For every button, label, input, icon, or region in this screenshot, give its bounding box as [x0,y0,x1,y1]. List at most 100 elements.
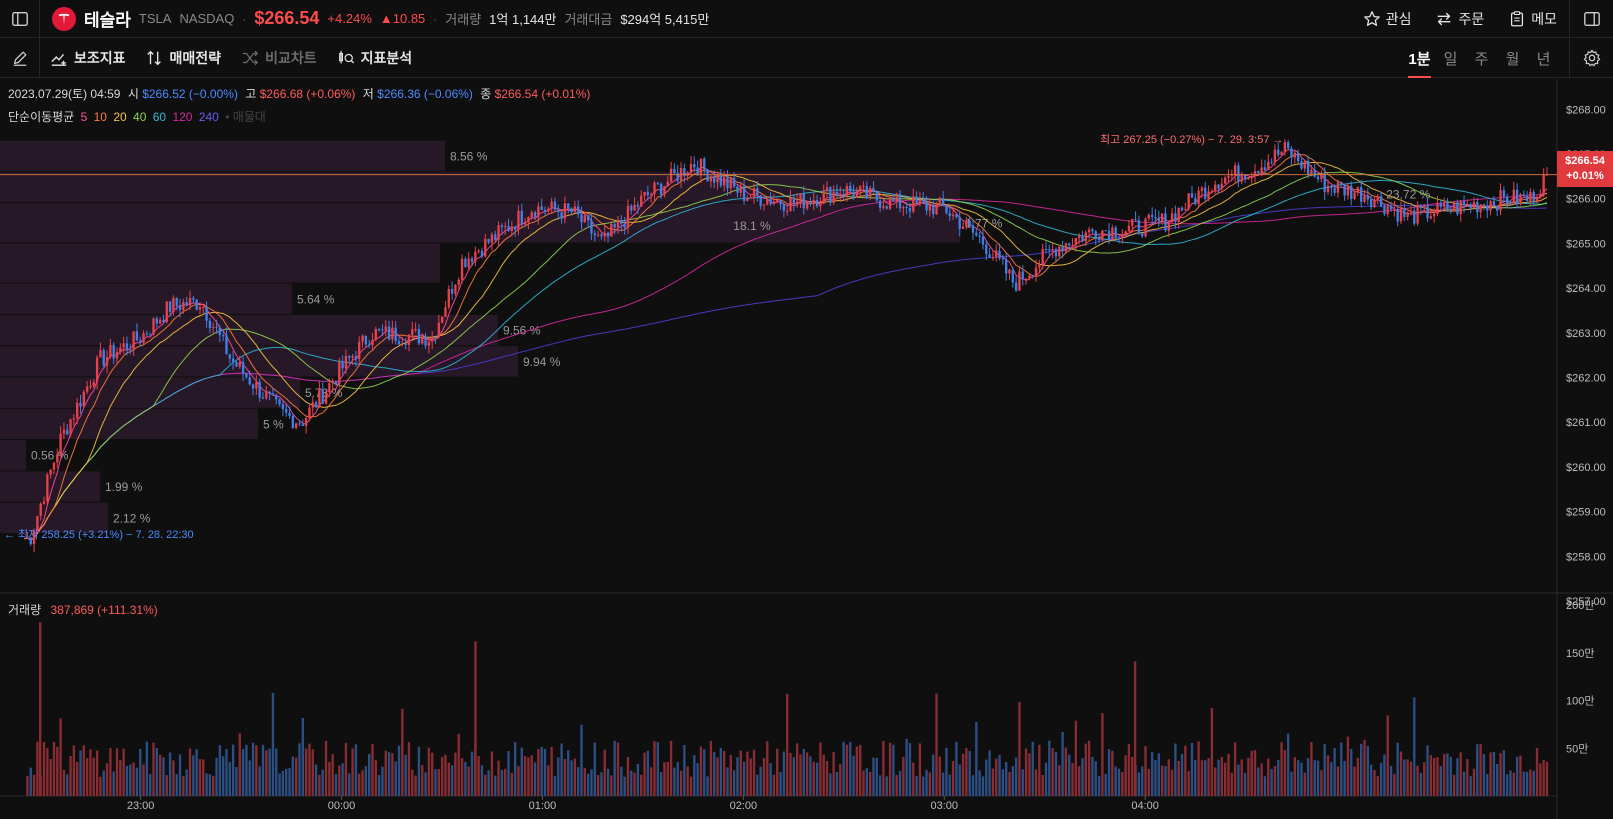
volume-bar [215,757,218,796]
volume-bar [1164,766,1167,796]
candle [1250,175,1253,178]
candle [533,212,537,218]
volume-bar [158,754,162,796]
open-value: $266.52 (−0.00%) [142,87,238,101]
candle [795,201,799,205]
compare-button[interactable]: 비교차트 [231,38,327,78]
volume-bar [872,757,875,796]
volume-bar [52,742,56,796]
candle [1515,189,1519,204]
tab-day[interactable]: 일 [1435,38,1466,78]
candle [1406,212,1409,217]
candle [1426,204,1429,219]
volume-bar [298,743,301,796]
candle [444,307,447,317]
volume-bar [683,745,686,796]
ma20-label: 20 [113,110,127,124]
candle [115,352,119,359]
candle [1058,246,1061,257]
candle [968,220,971,226]
tab-1min[interactable]: 1분 [1404,38,1435,78]
volume-bar [278,773,281,796]
candle [1097,238,1101,241]
candle [1502,190,1506,197]
volume-axis-label: 50만 [1566,742,1588,755]
candle [845,185,849,196]
volume-axis-label: 100만 [1566,695,1594,708]
volume-bar [855,746,859,796]
candle [440,316,444,323]
volume-bar [1456,758,1459,796]
ma240-label: 240 [198,110,219,124]
volume-bar [460,758,464,796]
candle [354,356,358,360]
volume-bar [241,749,245,796]
candle [218,328,222,336]
indicators-button[interactable]: 보조지표 [40,38,136,78]
candle [1064,243,1068,252]
volume-bar [1340,742,1343,796]
period-tabs: 1분 일 주 월 년 [1404,38,1559,78]
volume-bar [633,772,636,796]
tab-month[interactable]: 월 [1497,38,1528,78]
price-chart[interactable]: 8.56 %1.77 %5.64 %9.56 %9.94 %5.78 %5 %0… [0,79,1613,819]
shuffle-icon [242,50,259,65]
volume-bar [560,743,563,796]
ohlc-legend: 2023.07.29(토) 04:59 시 $266.52 (−0.00%) 고… [8,85,590,102]
volume-bar [1253,750,1257,796]
volume-bar [1021,769,1024,796]
candle [1087,229,1091,233]
volume-bar [245,744,248,796]
ma-legend[interactable]: 단순이동평균 5 10 20 40 60 120 240 • 매물대 [8,108,269,125]
volume-bar [792,757,796,796]
memo-button[interactable]: 메모 [1496,0,1569,38]
order-button[interactable]: 주문 [1423,0,1496,38]
candle [663,186,666,195]
volume-bar [288,768,291,796]
tab-year[interactable]: 년 [1528,38,1559,78]
chart-area[interactable]: 8.56 % 1.77 % 5.64 % 9.56 % 9.94 % 5.78 % 5 % 0… [0,79,1613,819]
volume-bar [1505,774,1509,796]
candle [643,191,646,196]
sidebar-toggle-button[interactable] [0,0,40,38]
watchlist-button[interactable]: 관심 [1351,0,1424,38]
volume-bar [547,765,550,796]
volume-bar [1502,750,1506,796]
volume-bar [795,743,799,796]
candle [1369,199,1373,208]
analysis-button[interactable]: 지표분석 [327,38,423,78]
candle [1333,188,1336,193]
chart-settings-button[interactable] [1569,38,1613,78]
volume-bar [185,769,188,796]
candle [819,203,822,207]
low-label: 저 [362,87,374,101]
candle [553,201,557,210]
candle [859,186,862,191]
sort-arrows-icon [146,50,161,65]
candle [411,329,414,335]
candle [776,200,779,202]
volume-bar [208,774,212,796]
candle [82,391,86,407]
candle [1177,207,1180,222]
candle [294,423,298,429]
candle [762,204,766,206]
volume-bar [533,762,537,796]
strategy-button[interactable]: 매매전략 [136,38,232,78]
candle [328,383,331,393]
candle [145,333,149,335]
draw-tool-button[interactable] [0,37,40,78]
right-panel-toggle-button[interactable] [1569,0,1613,38]
volume-bar [218,745,222,796]
volume-bar [1310,742,1313,796]
volume-bar [500,770,504,796]
price-axis-label: $264.00 [1566,283,1606,295]
volume-bar [56,746,59,796]
volume-bar [832,752,835,796]
candle [1489,201,1492,211]
volume-bar [1263,776,1267,796]
candle [567,203,570,209]
candle [208,320,212,328]
tab-week[interactable]: 주 [1466,38,1497,78]
candle [1522,194,1525,197]
